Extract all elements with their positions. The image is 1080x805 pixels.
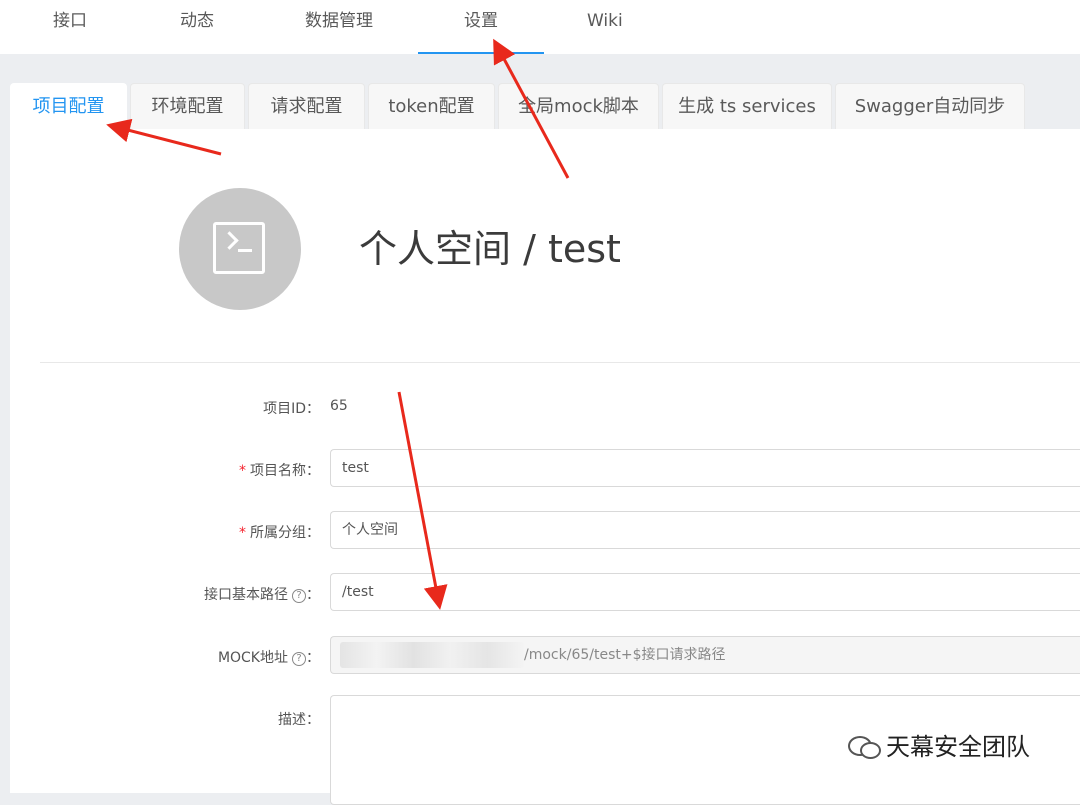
- tab-request-config[interactable]: 请求配置: [248, 83, 365, 129]
- divider: [40, 362, 1080, 363]
- mock-address-input: /mock/65/test+$接口请求路径: [330, 636, 1080, 674]
- tab-project-config[interactable]: 项目配置: [10, 83, 127, 130]
- terminal-icon: [213, 222, 265, 274]
- project-title: 个人空间 / test: [359, 227, 621, 271]
- nav-item-activity[interactable]: 动态: [180, 0, 214, 54]
- tab-env-config[interactable]: 环境配置: [130, 83, 245, 129]
- watermark-text: 天幕安全团队: [886, 733, 1030, 761]
- tab-generate-ts-services[interactable]: 生成 ts services: [662, 83, 832, 129]
- help-icon[interactable]: ?: [292, 652, 306, 666]
- project-id-value: 65: [330, 398, 348, 414]
- mock-address-value: /mock/65/test+$接口请求路径: [524, 647, 726, 663]
- help-icon[interactable]: ?: [292, 589, 306, 603]
- project-name-input[interactable]: test: [330, 449, 1080, 487]
- description-label: 描述：: [278, 712, 320, 728]
- project-avatar[interactable]: [179, 188, 301, 310]
- nav-item-settings[interactable]: 设置: [418, 0, 544, 54]
- project-name-label: * 项目名称：: [239, 463, 320, 479]
- mock-address-label: MOCK地址?：: [217, 650, 320, 666]
- wechat-icon: [848, 734, 881, 759]
- tab-global-mock-script[interactable]: 全局mock脚本: [498, 83, 659, 129]
- nav-item-data-management[interactable]: 数据管理: [305, 0, 373, 54]
- project-config-panel: 个人空间 / test 项目ID： 65 * 项目名称： test * 所属分组： …: [10, 129, 1080, 805]
- basepath-input[interactable]: /test: [330, 573, 1080, 611]
- project-id-label: 项目ID：: [263, 401, 320, 417]
- project-group-select[interactable]: 个人空间: [330, 511, 1080, 549]
- basepath-label: 接口基本路径?：: [204, 587, 320, 603]
- tab-token-config[interactable]: token配置: [368, 83, 495, 129]
- top-nav: 接口 动态 数据管理 设置 Wiki: [0, 0, 1080, 54]
- blurred-host: [340, 642, 524, 668]
- nav-item-wiki[interactable]: Wiki: [587, 0, 623, 54]
- watermark: 天幕安全团队: [848, 727, 1030, 762]
- project-group-label: * 所属分组：: [239, 525, 320, 541]
- tab-swagger-sync[interactable]: Swagger自动同步: [835, 83, 1025, 129]
- nav-item-interface[interactable]: 接口: [53, 0, 87, 54]
